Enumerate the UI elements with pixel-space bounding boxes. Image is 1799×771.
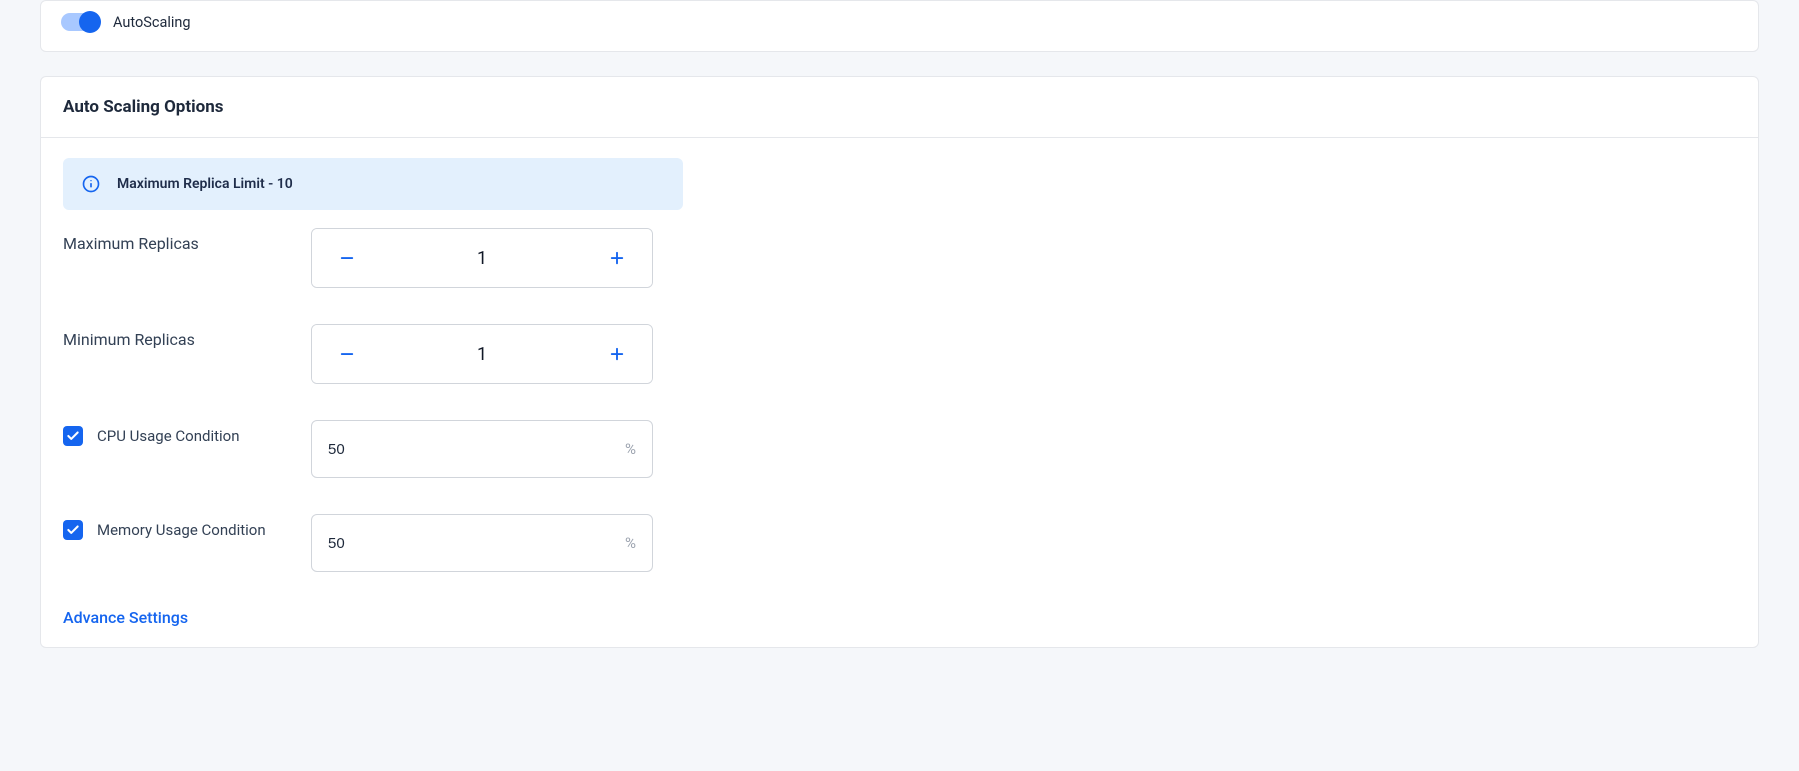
cpu-condition-row: CPU Usage Condition % — [63, 420, 1736, 478]
auto-scaling-options-body: Maximum Replica Limit - 10 Maximum Repli… — [41, 138, 1758, 647]
memory-condition-checkbox[interactable] — [63, 520, 83, 540]
cpu-condition-label-col: CPU Usage Condition — [63, 420, 311, 447]
cpu-condition-label: CPU Usage Condition — [97, 426, 240, 447]
memory-condition-label: Memory Usage Condition — [97, 520, 266, 541]
checkmark-icon — [66, 523, 80, 537]
cpu-condition-input[interactable] — [328, 441, 625, 458]
memory-condition-control-col: % — [311, 514, 653, 572]
plus-icon — [608, 249, 626, 267]
min-replicas-value: 1 — [382, 344, 582, 365]
autoscaling-toggle-row: AutoScaling — [61, 13, 1738, 31]
auto-scaling-options-card: Auto Scaling Options Maximum Replica Lim… — [40, 76, 1759, 648]
min-replicas-stepper: 1 — [311, 324, 653, 384]
autoscaling-toggle-card: AutoScaling — [40, 0, 1759, 52]
auto-scaling-options-title: Auto Scaling Options — [63, 97, 1736, 117]
min-replicas-label: Minimum Replicas — [63, 330, 195, 349]
min-replicas-increment-button[interactable] — [582, 325, 652, 383]
cpu-condition-checkbox[interactable] — [63, 426, 83, 446]
min-replicas-control-col: 1 — [311, 324, 653, 384]
min-replicas-row: Minimum Replicas 1 — [63, 324, 1736, 384]
minus-icon — [338, 345, 356, 363]
max-replicas-label: Maximum Replicas — [63, 234, 199, 253]
autoscaling-toggle-label: AutoScaling — [113, 14, 191, 31]
max-replicas-label-col: Maximum Replicas — [63, 228, 311, 253]
max-replicas-control-col: 1 — [311, 228, 653, 288]
info-icon — [81, 174, 101, 194]
autoscaling-toggle-knob — [79, 11, 101, 33]
minus-icon — [338, 249, 356, 267]
memory-condition-input[interactable] — [328, 535, 625, 552]
max-replicas-value: 1 — [382, 248, 582, 269]
auto-scaling-options-header: Auto Scaling Options — [41, 77, 1758, 138]
cpu-condition-input-wrap: % — [311, 420, 653, 478]
autoscaling-toggle[interactable] — [61, 13, 99, 31]
max-replicas-stepper: 1 — [311, 228, 653, 288]
checkmark-icon — [66, 429, 80, 443]
memory-condition-input-wrap: % — [311, 514, 653, 572]
max-replicas-decrement-button[interactable] — [312, 229, 382, 287]
min-replicas-decrement-button[interactable] — [312, 325, 382, 383]
memory-condition-label-col: Memory Usage Condition — [63, 514, 311, 541]
max-replica-limit-text: Maximum Replica Limit - 10 — [117, 176, 293, 192]
cpu-condition-suffix: % — [625, 440, 636, 458]
advance-settings-link[interactable]: Advance Settings — [63, 608, 188, 627]
memory-condition-suffix: % — [625, 534, 636, 552]
plus-icon — [608, 345, 626, 363]
max-replicas-increment-button[interactable] — [582, 229, 652, 287]
min-replicas-label-col: Minimum Replicas — [63, 324, 311, 349]
max-replicas-row: Maximum Replicas 1 — [63, 228, 1736, 288]
cpu-condition-control-col: % — [311, 420, 653, 478]
max-replica-limit-banner: Maximum Replica Limit - 10 — [63, 158, 683, 210]
memory-condition-row: Memory Usage Condition % — [63, 514, 1736, 572]
